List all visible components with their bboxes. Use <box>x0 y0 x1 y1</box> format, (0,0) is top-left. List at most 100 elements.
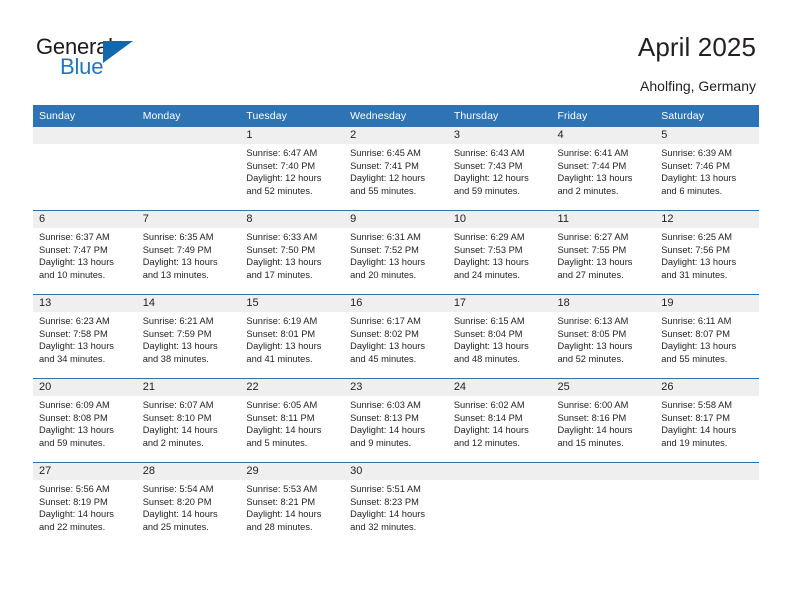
daylight-text-line2: and 32 minutes. <box>350 521 417 532</box>
sunrise-text: Sunrise: 6:33 AM <box>246 232 318 242</box>
calendar-day-cell[interactable]: 6 Sunrise: 6:37 AM Sunset: 7:47 PM Daylight… <box>33 210 137 295</box>
calendar-day-cell[interactable]: 23 Sunrise: 6:03 AM Sunset: 8:13 PM Dayligh… <box>344 378 448 463</box>
calendar-day-cell[interactable]: 30 Sunrise: 5:51 AM Sunset: 8:23 PM Dayligh… <box>344 462 448 546</box>
sunset-text: Sunset: 8:07 PM <box>661 328 730 339</box>
calendar-day-cell[interactable]: 25 Sunrise: 6:00 AM Sunset: 8:16 PM Dayligh… <box>551 378 656 463</box>
day-sun-info: Sunrise: 6:43 AM Sunset: 7:43 PM Daylight:… <box>448 144 552 197</box>
day-number: 23 <box>344 379 448 396</box>
calendar-day-cell[interactable]: 16 Sunrise: 6:17 AM Sunset: 8:02 PM Dayligh… <box>344 294 448 379</box>
sunrise-text: Sunrise: 6:25 AM <box>661 232 733 242</box>
daylight-text-line2: and 59 minutes. <box>453 185 520 196</box>
daylight-text-line1: Daylight: 13 hours <box>246 341 322 352</box>
sunset-text: Sunset: 8:19 PM <box>39 496 108 507</box>
sunset-text: Sunset: 8:23 PM <box>350 496 419 507</box>
calendar-day-cell[interactable]: 2 Sunrise: 6:45 AM Sunset: 7:41 PM Daylight… <box>344 127 448 211</box>
calendar-day-cell[interactable]: 14 Sunrise: 6:21 AM Sunset: 7:59 PM Dayligh… <box>136 294 241 379</box>
calendar-day-cell[interactable]: 15 Sunrise: 6:19 AM Sunset: 8:01 PM Dayligh… <box>240 294 345 379</box>
day-sun-info: Sunrise: 6:07 AM Sunset: 8:10 PM Daylight:… <box>137 396 241 449</box>
daylight-text-line1: Daylight: 14 hours <box>39 509 114 520</box>
calendar-day-cell[interactable]: 21 Sunrise: 6:07 AM Sunset: 8:10 PM Dayligh… <box>136 378 241 463</box>
calendar-day-cell[interactable]: 10 Sunrise: 6:29 AM Sunset: 7:53 PM Dayligh… <box>447 210 552 295</box>
sunset-text: Sunset: 7:47 PM <box>39 244 108 255</box>
daylight-text-line2: and 17 minutes. <box>246 269 313 280</box>
sunrise-text: Sunrise: 6:39 AM <box>661 148 733 158</box>
weekday-header-friday: Friday <box>551 105 656 127</box>
sunset-text: Sunset: 7:43 PM <box>453 160 523 171</box>
calendar-day-cell[interactable]: 28 Sunrise: 5:54 AM Sunset: 8:20 PM Dayligh… <box>136 462 241 546</box>
day-number: 12 <box>655 211 759 228</box>
sunrise-text: Sunrise: 6:37 AM <box>39 232 110 242</box>
sunrise-text: Sunrise: 5:51 AM <box>350 484 421 494</box>
daylight-text-line2: and 55 minutes. <box>350 185 417 196</box>
sunset-text: Sunset: 8:02 PM <box>350 328 419 339</box>
calendar-day-cell[interactable]: 9 Sunrise: 6:31 AM Sunset: 7:52 PM Daylight… <box>344 210 448 295</box>
daylight-text-line2: and 52 minutes. <box>557 353 624 364</box>
calendar-body: 1 Sunrise: 6:47 AM Sunset: 7:40 PM Daylight… <box>33 127 759 546</box>
daylight-text-line2: and 6 minutes. <box>661 185 723 196</box>
calendar-day-cell-empty <box>447 462 552 546</box>
calendar-day-cell[interactable]: 12 Sunrise: 6:25 AM Sunset: 7:56 PM Dayligh… <box>655 210 759 295</box>
weekday-header-saturday: Saturday <box>655 105 759 127</box>
daylight-text-line2: and 20 minutes. <box>350 269 417 280</box>
day-number: 18 <box>551 295 656 312</box>
daylight-text-line1: Daylight: 14 hours <box>350 509 426 520</box>
daylight-text-line2: and 9 minutes. <box>350 437 412 448</box>
sunset-text: Sunset: 8:17 PM <box>661 412 730 423</box>
day-sun-info: Sunrise: 6:45 AM Sunset: 7:41 PM Daylight:… <box>344 144 448 197</box>
daylight-text-line1: Daylight: 12 hours <box>246 173 322 184</box>
calendar-day-cell[interactable]: 11 Sunrise: 6:27 AM Sunset: 7:55 PM Dayligh… <box>551 210 656 295</box>
day-number: 29 <box>240 463 345 480</box>
day-number: 5 <box>655 127 759 144</box>
daylight-text-line2: and 19 minutes. <box>661 437 728 448</box>
day-number: 6 <box>33 211 137 228</box>
calendar-day-cell[interactable]: 27 Sunrise: 5:56 AM Sunset: 8:19 PM Dayligh… <box>33 462 137 546</box>
calendar-day-cell[interactable]: 1 Sunrise: 6:47 AM Sunset: 7:40 PM Daylight… <box>240 127 345 211</box>
day-sun-info: Sunrise: 5:51 AM Sunset: 8:23 PM Daylight:… <box>344 480 448 533</box>
calendar-week-row: 20 Sunrise: 6:09 AM Sunset: 8:08 PM Dayligh… <box>33 378 759 463</box>
day-sun-info: Sunrise: 5:53 AM Sunset: 8:21 PM Daylight:… <box>240 480 344 533</box>
sunrise-text: Sunrise: 6:13 AM <box>557 316 629 326</box>
sunrise-text: Sunrise: 5:58 AM <box>661 400 733 410</box>
day-sun-info: Sunrise: 6:02 AM Sunset: 8:14 PM Daylight:… <box>448 396 552 449</box>
daylight-text-line1: Daylight: 13 hours <box>661 173 737 184</box>
calendar-day-cell[interactable]: 5 Sunrise: 6:39 AM Sunset: 7:46 PM Daylight… <box>655 127 759 211</box>
calendar-day-cell[interactable]: 4 Sunrise: 6:41 AM Sunset: 7:44 PM Daylight… <box>551 127 656 211</box>
daylight-text-line1: Daylight: 14 hours <box>142 509 218 520</box>
calendar-day-cell[interactable]: 7 Sunrise: 6:35 AM Sunset: 7:49 PM Daylight… <box>136 210 241 295</box>
day-number: 25 <box>551 379 656 396</box>
day-number: 7 <box>136 211 241 228</box>
sunrise-text: Sunrise: 5:53 AM <box>246 484 318 494</box>
day-sun-info: Sunrise: 6:41 AM Sunset: 7:44 PM Daylight:… <box>552 144 656 197</box>
calendar-day-cell[interactable]: 26 Sunrise: 5:58 AM Sunset: 8:17 PM Dayligh… <box>655 378 759 463</box>
sunset-text: Sunset: 8:14 PM <box>453 412 523 423</box>
daylight-text-line2: and 5 minutes. <box>246 437 308 448</box>
brand-triangle-icon <box>103 41 133 63</box>
weekday-header-wednesday: Wednesday <box>344 105 448 127</box>
day-number <box>551 463 656 480</box>
day-sun-info: Sunrise: 6:00 AM Sunset: 8:16 PM Daylight:… <box>552 396 656 449</box>
calendar-day-cell[interactable]: 20 Sunrise: 6:09 AM Sunset: 8:08 PM Dayligh… <box>33 378 137 463</box>
calendar-day-cell[interactable]: 19 Sunrise: 6:11 AM Sunset: 8:07 PM Dayligh… <box>655 294 759 379</box>
calendar-day-cell[interactable]: 3 Sunrise: 6:43 AM Sunset: 7:43 PM Daylight… <box>447 127 552 211</box>
calendar-day-cell[interactable]: 24 Sunrise: 6:02 AM Sunset: 8:14 PM Dayligh… <box>447 378 552 463</box>
daylight-text-line1: Daylight: 14 hours <box>142 425 218 436</box>
day-sun-info: Sunrise: 6:21 AM Sunset: 7:59 PM Daylight:… <box>137 312 241 365</box>
daylight-text-line2: and 12 minutes. <box>453 437 520 448</box>
calendar-day-cell[interactable]: 29 Sunrise: 5:53 AM Sunset: 8:21 PM Dayligh… <box>240 462 345 546</box>
day-number <box>655 463 759 480</box>
weekday-header-thursday: Thursday <box>447 105 552 127</box>
sunrise-text: Sunrise: 6:11 AM <box>661 316 732 326</box>
calendar-header-row: Sunday Monday Tuesday Wednesday Thursday… <box>33 105 759 127</box>
daylight-text-line1: Daylight: 13 hours <box>142 341 218 352</box>
calendar-day-cell[interactable]: 22 Sunrise: 6:05 AM Sunset: 8:11 PM Dayligh… <box>240 378 345 463</box>
daylight-text-line2: and 34 minutes. <box>39 353 106 364</box>
calendar-day-cell[interactable]: 13 Sunrise: 6:23 AM Sunset: 7:58 PM Dayligh… <box>33 294 137 379</box>
day-number: 21 <box>136 379 241 396</box>
calendar-day-cell[interactable]: 17 Sunrise: 6:15 AM Sunset: 8:04 PM Dayligh… <box>447 294 552 379</box>
day-sun-info: Sunrise: 6:17 AM Sunset: 8:02 PM Daylight:… <box>344 312 448 365</box>
day-number: 17 <box>447 295 552 312</box>
calendar-day-cell[interactable]: 8 Sunrise: 6:33 AM Sunset: 7:50 PM Daylight… <box>240 210 345 295</box>
calendar-day-cell[interactable]: 18 Sunrise: 6:13 AM Sunset: 8:05 PM Dayligh… <box>551 294 656 379</box>
daylight-text-line2: and 48 minutes. <box>453 353 520 364</box>
daylight-text-line2: and 2 minutes. <box>557 185 619 196</box>
